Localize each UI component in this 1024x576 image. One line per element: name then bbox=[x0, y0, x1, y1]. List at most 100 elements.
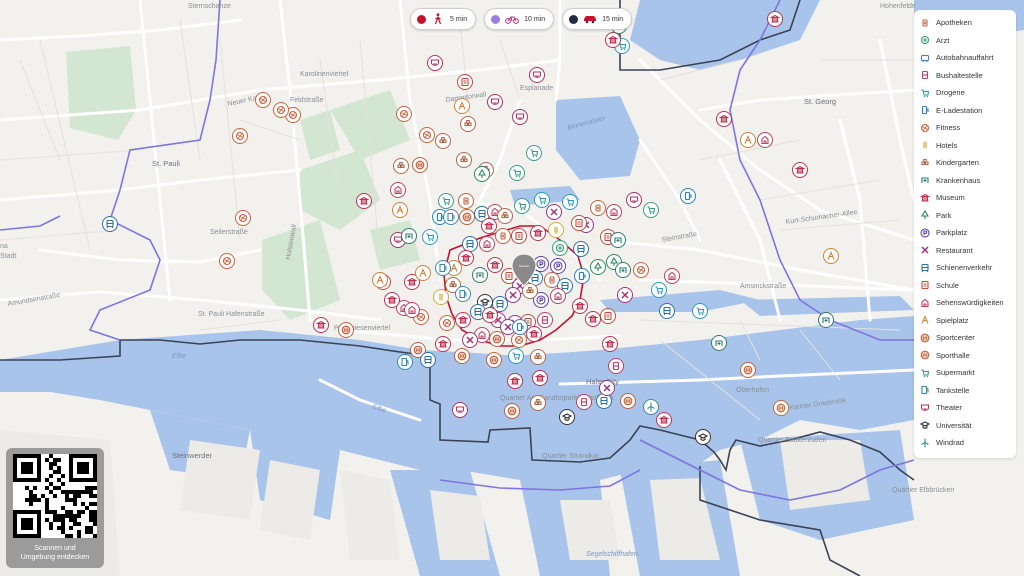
travel-mode-car[interactable]: 15 min bbox=[562, 8, 633, 30]
legend-item-windrad[interactable]: Windrad bbox=[918, 434, 1012, 452]
poi-marker-bus-stop-icon[interactable] bbox=[537, 312, 553, 328]
poi-marker-gas-station-icon[interactable] bbox=[443, 209, 459, 225]
poi-marker-sportcenter-icon[interactable] bbox=[454, 348, 470, 364]
legend-item-theater[interactable]: Theater bbox=[918, 399, 1012, 417]
poi-marker-drugstore-icon[interactable] bbox=[562, 194, 578, 210]
poi-marker-pharmacy-icon[interactable] bbox=[590, 200, 606, 216]
poi-marker-hospital-icon[interactable] bbox=[610, 232, 626, 248]
legend-item-schienenverkehr[interactable]: Schienenverkehr bbox=[918, 259, 1012, 277]
poi-marker-theater-icon[interactable] bbox=[512, 109, 528, 125]
legend-item-fitness[interactable]: Fitness bbox=[918, 119, 1012, 137]
poi-marker-fitness-icon[interactable] bbox=[396, 106, 412, 122]
poi-marker-landmark-icon[interactable] bbox=[664, 268, 680, 284]
poi-marker-rail-icon[interactable] bbox=[102, 216, 118, 232]
poi-marker-hotel-icon[interactable] bbox=[548, 222, 564, 238]
poi-marker-museum-icon[interactable] bbox=[585, 311, 601, 327]
legend-item-arzt[interactable]: Arzt bbox=[918, 32, 1012, 50]
poi-marker-sportcenter-icon[interactable] bbox=[620, 393, 636, 409]
poi-marker-sportcenter-icon[interactable] bbox=[412, 157, 428, 173]
poi-marker-hospital-icon[interactable] bbox=[472, 267, 488, 283]
legend-item-apotheken[interactable]: Apotheken bbox=[918, 14, 1012, 32]
poi-marker-sportcenter-icon[interactable] bbox=[489, 331, 505, 347]
poi-marker-supermarket-icon[interactable] bbox=[526, 145, 542, 161]
legend-item-supermarkt[interactable]: Supermarkt bbox=[918, 364, 1012, 382]
travel-mode-walk[interactable]: 5 min bbox=[410, 8, 477, 30]
poi-marker-supermarket-icon[interactable] bbox=[509, 165, 525, 181]
poi-marker-fitness-icon[interactable] bbox=[273, 102, 289, 118]
poi-marker-pharmacy-icon[interactable] bbox=[495, 228, 511, 244]
poi-marker-kindergarten-icon[interactable] bbox=[497, 208, 513, 224]
poi-marker-school-icon[interactable] bbox=[571, 215, 587, 231]
poi-marker-gas-station-icon[interactable] bbox=[397, 354, 413, 370]
poi-marker-fitness-icon[interactable] bbox=[419, 127, 435, 143]
legend-item-park[interactable]: Park bbox=[918, 207, 1012, 225]
poi-marker-kindergarten-icon[interactable] bbox=[530, 349, 546, 365]
poi-marker-drugstore-icon[interactable] bbox=[508, 348, 524, 364]
poi-marker-museum-icon[interactable] bbox=[532, 370, 548, 386]
poi-marker-kindergarten-icon[interactable] bbox=[456, 152, 472, 168]
poi-marker-museum-icon[interactable] bbox=[482, 307, 498, 323]
poi-marker-kindergarten-icon[interactable] bbox=[460, 116, 476, 132]
poi-marker-park-icon[interactable] bbox=[590, 259, 606, 275]
poi-marker-playground-icon[interactable] bbox=[740, 132, 756, 148]
poi-marker-museum-icon[interactable] bbox=[507, 373, 523, 389]
legend-item-sehenswürdigkeiten[interactable]: Sehenswürdigkeiten bbox=[918, 294, 1012, 312]
poi-marker-hospital-icon[interactable] bbox=[615, 262, 631, 278]
poi-marker-supermarket-icon[interactable] bbox=[438, 193, 454, 209]
poi-marker-landmark-icon[interactable] bbox=[404, 302, 420, 318]
poi-marker-university-icon[interactable] bbox=[695, 429, 711, 445]
poi-marker-kindergarten-icon[interactable] bbox=[435, 133, 451, 149]
poi-marker-museum-icon[interactable] bbox=[435, 336, 451, 352]
poi-marker-drugstore-icon[interactable] bbox=[534, 192, 550, 208]
poi-marker-parking-icon[interactable] bbox=[550, 258, 566, 274]
legend-item-tankstelle[interactable]: Tankstelle bbox=[918, 382, 1012, 400]
poi-marker-wind-turbine-icon[interactable] bbox=[643, 399, 659, 415]
poi-marker-museum-icon[interactable] bbox=[716, 111, 732, 127]
poi-marker-park-icon[interactable] bbox=[474, 166, 490, 182]
poi-marker-school-icon[interactable] bbox=[457, 74, 473, 90]
poi-marker-museum-icon[interactable] bbox=[530, 225, 546, 241]
poi-marker-hospital-icon[interactable] bbox=[401, 228, 417, 244]
poi-marker-university-icon[interactable] bbox=[559, 409, 575, 425]
poi-marker-fitness-icon[interactable] bbox=[633, 262, 649, 278]
poi-marker-fitness-icon[interactable] bbox=[255, 92, 271, 108]
poi-marker-drugstore-icon[interactable] bbox=[651, 282, 667, 298]
poi-marker-theater-icon[interactable] bbox=[529, 67, 545, 83]
poi-marker-hospital-icon[interactable] bbox=[818, 312, 834, 328]
poi-marker-ev-charging-icon[interactable] bbox=[574, 268, 590, 284]
poi-marker-museum-icon[interactable] bbox=[455, 312, 471, 328]
legend-item-drogerie[interactable]: Drogerie bbox=[918, 84, 1012, 102]
poi-marker-rail-icon[interactable] bbox=[596, 393, 612, 409]
poi-marker-museum-icon[interactable] bbox=[526, 326, 542, 342]
poi-marker-bus-stop-icon[interactable] bbox=[608, 358, 624, 374]
poi-marker-museum-icon[interactable] bbox=[792, 162, 808, 178]
poi-marker-rail-icon[interactable] bbox=[462, 236, 478, 252]
poi-marker-rail-icon[interactable] bbox=[659, 303, 675, 319]
poi-marker-sportcenter-icon[interactable] bbox=[338, 322, 354, 338]
poi-marker-school-icon[interactable] bbox=[600, 308, 616, 324]
poi-marker-supermarket-icon[interactable] bbox=[514, 198, 530, 214]
legend-item-sporthalle[interactable]: Sporthalle bbox=[918, 347, 1012, 365]
poi-marker-landmark-icon[interactable] bbox=[757, 132, 773, 148]
poi-marker-restaurant-icon[interactable] bbox=[617, 287, 633, 303]
poi-marker-museum-icon[interactable] bbox=[605, 32, 621, 48]
poi-marker-fitness-icon[interactable] bbox=[232, 128, 248, 144]
poi-marker-fitness-icon[interactable] bbox=[219, 253, 235, 269]
poi-marker-kindergarten-icon[interactable] bbox=[530, 395, 546, 411]
legend-item-e-ladestation[interactable]: E-Ladestation bbox=[918, 102, 1012, 120]
legend-item-universität[interactable]: Universität bbox=[918, 417, 1012, 435]
poi-marker-restaurant-icon[interactable] bbox=[462, 332, 478, 348]
poi-marker-theater-icon[interactable] bbox=[452, 402, 468, 418]
legend-item-autobahnauffahrt[interactable]: Autobahnauffahrt bbox=[918, 49, 1012, 67]
poi-marker-museum-icon[interactable] bbox=[767, 11, 783, 27]
poi-marker-drugstore-icon[interactable] bbox=[422, 229, 438, 245]
poi-marker-drugstore-icon[interactable] bbox=[692, 303, 708, 319]
poi-marker-school-icon[interactable] bbox=[511, 228, 527, 244]
poi-marker-gas-station-icon[interactable] bbox=[455, 286, 471, 302]
legend-item-spielplatz[interactable]: Spielplatz bbox=[918, 312, 1012, 330]
poi-marker-theater-icon[interactable] bbox=[626, 192, 642, 208]
poi-marker-playground-icon[interactable] bbox=[392, 202, 408, 218]
poi-marker-theater-icon[interactable] bbox=[487, 94, 503, 110]
poi-marker-playground-icon[interactable] bbox=[823, 248, 839, 264]
poi-marker-museum-icon[interactable] bbox=[656, 412, 672, 428]
